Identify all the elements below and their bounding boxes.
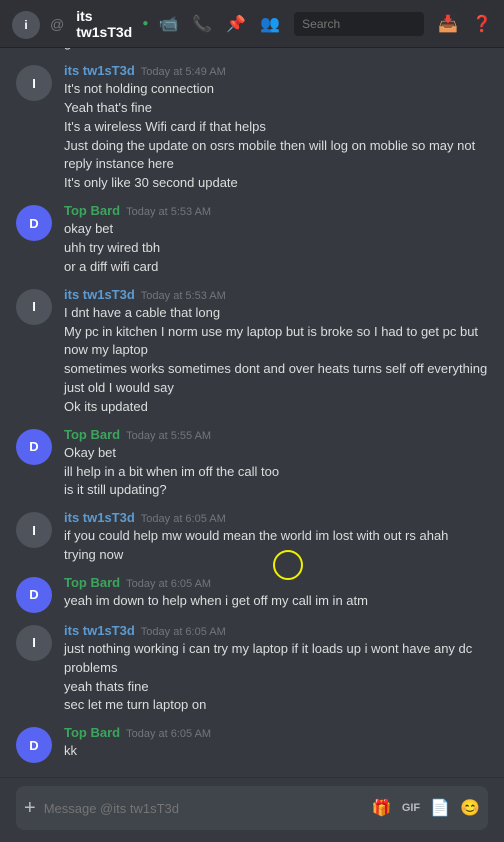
sticker-icon[interactable]: 📄 bbox=[430, 798, 450, 818]
message-author: its tw1sT3d bbox=[64, 510, 135, 525]
message-text: gotta be later tho cause im on a call rn bbox=[64, 48, 488, 53]
message-content: Top Bard Today at 6:05 AM kk bbox=[64, 725, 488, 763]
message-author: Top Bard bbox=[64, 203, 120, 218]
message-content: Top Bard Today at 5:49 AM yeah i can pro… bbox=[64, 48, 488, 53]
message-content: Top Bard Today at 5:55 AM Okay betill he… bbox=[64, 427, 488, 501]
online-dot: ● bbox=[142, 18, 148, 29]
message-timestamp: Today at 6:05 AM bbox=[141, 626, 226, 638]
message-text: okay bet bbox=[64, 220, 488, 239]
message-timestamp: Today at 5:53 AM bbox=[141, 290, 226, 302]
message-text: I dnt have a cable that long bbox=[64, 304, 488, 323]
message-author: its tw1sT3d bbox=[64, 63, 135, 78]
message-text: It's a wireless Wifi card if that helps bbox=[64, 118, 488, 137]
message-header: Top Bard Today at 5:55 AM bbox=[64, 427, 488, 442]
message-text: sometimes works sometimes dont and over … bbox=[64, 360, 488, 398]
message-input-wrapper: + 🎁 GIF 📄 😊 bbox=[16, 786, 488, 830]
message-text: is it still updating? bbox=[64, 481, 488, 500]
avatar: I bbox=[16, 289, 52, 325]
message-author: its tw1sT3d bbox=[64, 287, 135, 302]
message-header: Top Bard Today at 5:53 AM bbox=[64, 203, 488, 218]
message-timestamp: Today at 6:05 AM bbox=[126, 578, 211, 590]
message-content: its tw1sT3d Today at 6:05 AM if you coul… bbox=[64, 510, 488, 565]
message-header: Top Bard Today at 6:05 AM bbox=[64, 575, 488, 590]
message-text: sec let me turn laptop on bbox=[64, 696, 488, 715]
add-attachment-button[interactable]: + bbox=[24, 797, 36, 820]
message-author: Top Bard bbox=[64, 575, 120, 590]
message-timestamp: Today at 6:05 AM bbox=[126, 728, 211, 740]
message-author: Top Bard bbox=[64, 725, 120, 740]
message-timestamp: Today at 5:55 AM bbox=[126, 430, 211, 442]
message-content: its tw1sT3d Today at 5:49 AM It's not ho… bbox=[64, 63, 488, 193]
gift-icon[interactable]: 🎁 bbox=[372, 798, 392, 818]
message-text: if you could help mw would mean the worl… bbox=[64, 527, 488, 546]
avatar: D bbox=[16, 429, 52, 465]
input-icons: 🎁 GIF 📄 😊 bbox=[372, 798, 480, 818]
message-input[interactable] bbox=[44, 801, 364, 816]
message-text: ill help in a bit when im off the call t… bbox=[64, 463, 488, 482]
message-text: Ok its updated bbox=[64, 398, 488, 417]
messages-area[interactable]: D Top Bard Today at 5:36 AM its all good… bbox=[0, 48, 504, 777]
channel-name: its tw1sT3d bbox=[76, 8, 132, 40]
message-text: uhh try wired tbh bbox=[64, 239, 488, 258]
message-text: kk bbox=[64, 742, 488, 761]
message-text: just nothing working i can try my laptop… bbox=[64, 640, 488, 678]
avatar: I bbox=[16, 512, 52, 548]
top-bar: i @ its tw1sT3d ● 📹 📞 📌 👥 📥 ❓ bbox=[0, 0, 504, 48]
message-header: its tw1sT3d Today at 6:05 AM bbox=[64, 623, 488, 638]
top-bar-icons: 📹 📞 📌 👥 📥 ❓ bbox=[158, 12, 492, 36]
message-header: its tw1sT3d Today at 5:49 AM bbox=[64, 63, 488, 78]
gif-icon[interactable]: GIF bbox=[402, 802, 420, 814]
message-header: its tw1sT3d Today at 5:53 AM bbox=[64, 287, 488, 302]
message-header: its tw1sT3d Today at 6:05 AM bbox=[64, 510, 488, 525]
channel-avatar: i bbox=[12, 11, 40, 39]
message-group: I its tw1sT3d Today at 5:53 AM I dnt hav… bbox=[0, 283, 504, 421]
message-content: Top Bard Today at 6:05 AM yeah im down t… bbox=[64, 575, 488, 613]
message-text: or a diff wifi card bbox=[64, 258, 488, 277]
message-text: My pc in kitchen I norm use my laptop bu… bbox=[64, 323, 488, 361]
message-text: Okay bet bbox=[64, 444, 488, 463]
inbox-icon[interactable]: 📥 bbox=[438, 14, 458, 34]
message-text: It's only like 30 second update bbox=[64, 174, 488, 193]
message-group: I its tw1sT3d Today at 6:05 AM if you co… bbox=[0, 506, 504, 569]
message-group: D Top Bard Today at 6:05 AM kk bbox=[0, 721, 504, 767]
message-author: Top Bard bbox=[64, 427, 120, 442]
message-header: Top Bard Today at 6:05 AM bbox=[64, 725, 488, 740]
message-author: its tw1sT3d bbox=[64, 623, 135, 638]
message-group: D Top Bard Today at 6:05 AM yeah im down… bbox=[0, 571, 504, 617]
message-text: yeah im down to help when i get off my c… bbox=[64, 592, 488, 611]
message-timestamp: Today at 5:49 AM bbox=[141, 66, 226, 78]
message-text: yeah thats fine bbox=[64, 678, 488, 697]
message-group: D Top Bard Today at 5:53 AM okay betuhh … bbox=[0, 199, 504, 281]
message-text: It's not holding connection bbox=[64, 80, 488, 99]
video-icon[interactable]: 📹 bbox=[158, 14, 178, 34]
channel-hash: @ bbox=[50, 16, 64, 32]
message-group: D Top Bard Today at 5:49 AM yeah i can p… bbox=[0, 48, 504, 57]
message-timestamp: Today at 5:53 AM bbox=[126, 206, 211, 218]
avatar: D bbox=[16, 727, 52, 763]
avatar: I bbox=[16, 65, 52, 101]
help-icon[interactable]: ❓ bbox=[472, 14, 492, 34]
avatar: I bbox=[16, 625, 52, 661]
message-content: its tw1sT3d Today at 5:53 AM I dnt have … bbox=[64, 287, 488, 417]
emoji-icon[interactable]: 😊 bbox=[460, 798, 480, 818]
message-group: I its tw1sT3d Today at 5:49 AM It's not … bbox=[0, 59, 504, 197]
message-content: Top Bard Today at 5:53 AM okay betuhh tr… bbox=[64, 203, 488, 277]
avatar: D bbox=[16, 205, 52, 241]
message-text: Yeah that's fine bbox=[64, 99, 488, 118]
message-text: Just doing the update on osrs mobile the… bbox=[64, 137, 488, 175]
message-timestamp: Today at 6:05 AM bbox=[141, 513, 226, 525]
avatar: D bbox=[16, 577, 52, 613]
input-bar: + 🎁 GIF 📄 😊 bbox=[0, 777, 504, 842]
phone-icon[interactable]: 📞 bbox=[192, 14, 212, 34]
message-group: D Top Bard Today at 5:55 AM Okay betill … bbox=[0, 423, 504, 505]
members-icon[interactable]: 👥 bbox=[260, 14, 280, 34]
message-content: its tw1sT3d Today at 6:05 AM just nothin… bbox=[64, 623, 488, 715]
search-input[interactable] bbox=[294, 12, 424, 36]
message-group: I its tw1sT3d Today at 6:05 AM just noth… bbox=[0, 619, 504, 719]
pin-icon[interactable]: 📌 bbox=[226, 14, 246, 34]
message-text: trying now bbox=[64, 546, 488, 565]
